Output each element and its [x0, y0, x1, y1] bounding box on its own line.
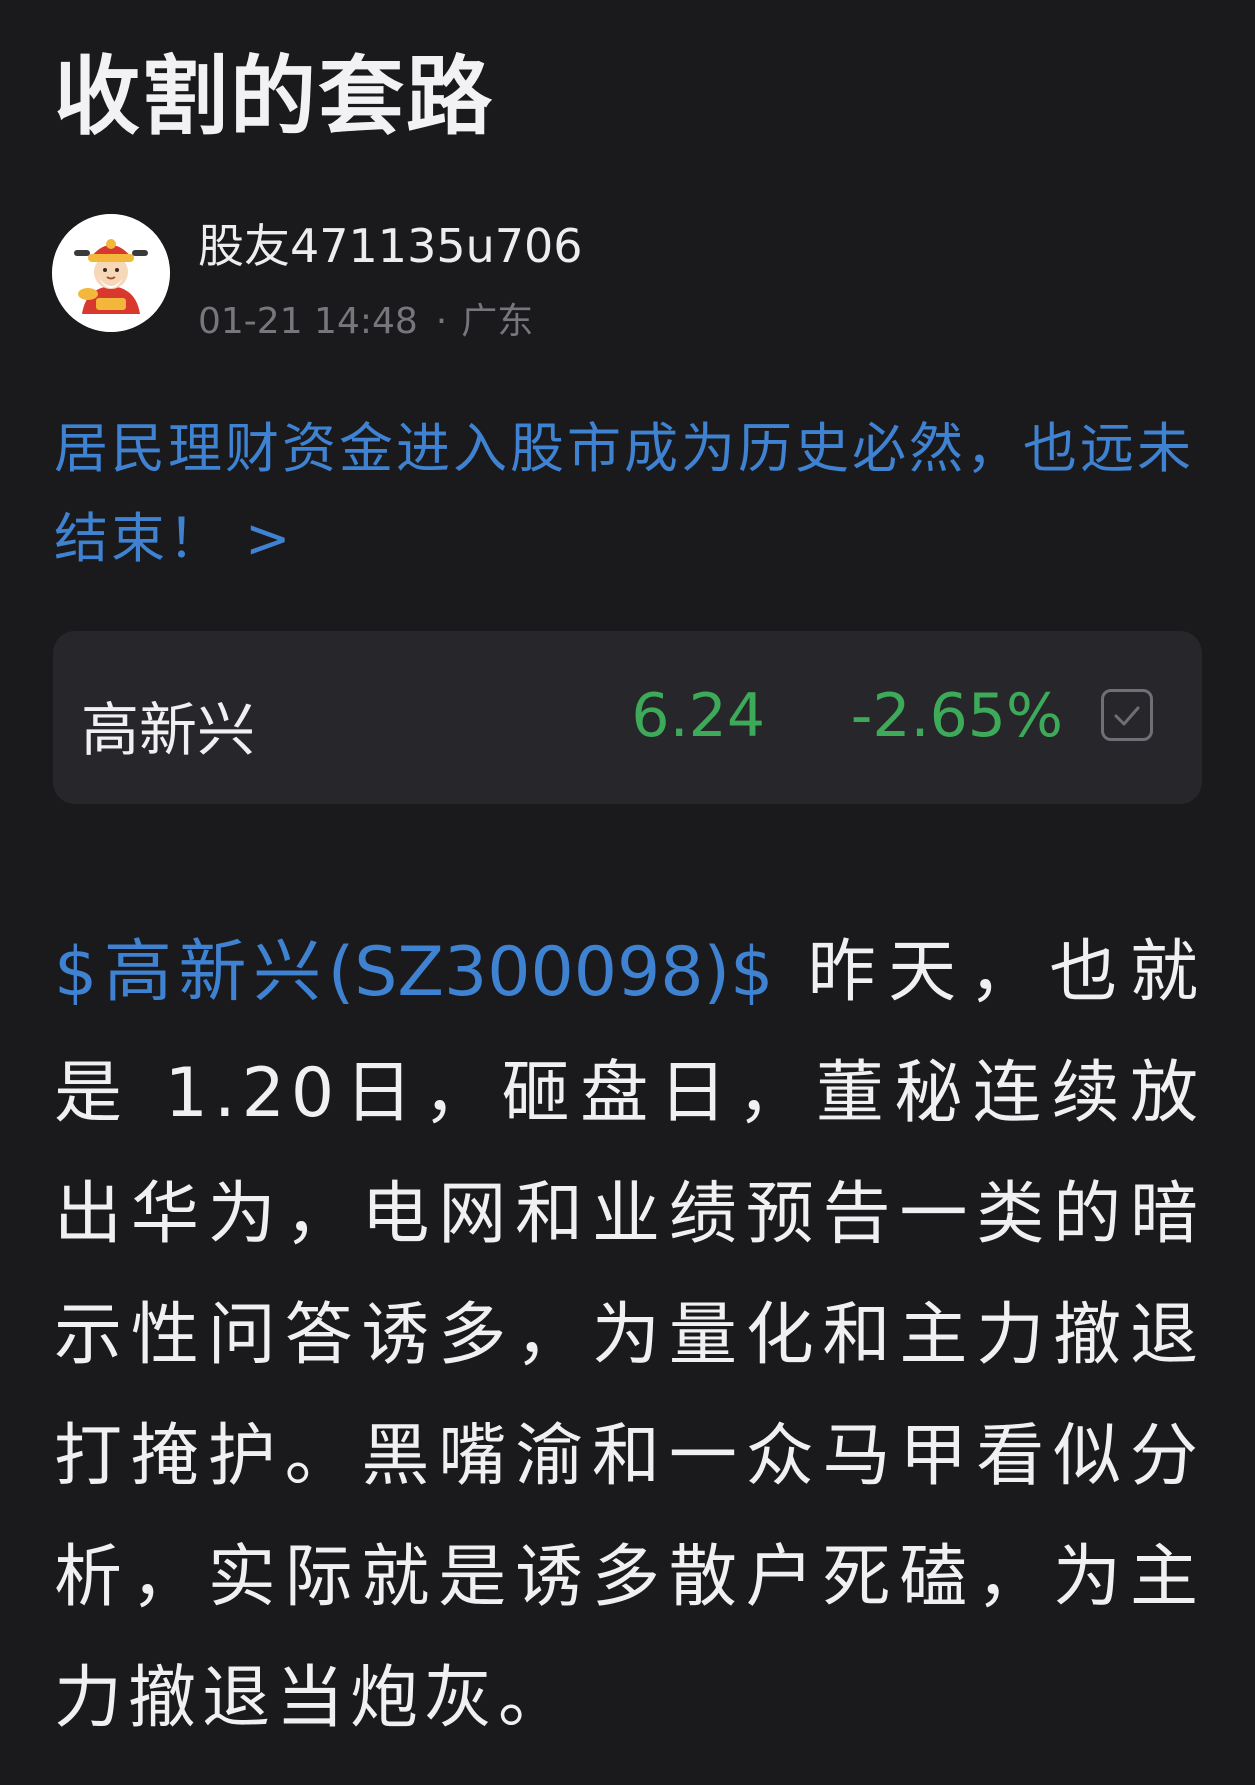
post-body-text: 昨天，也就是 1.20日，砸盘日，董秘连续放出华为，电网和业绩预告一类的暗示性问…	[54, 933, 1204, 1738]
post-location: 广东	[461, 301, 534, 342]
post-body: $高新兴(SZ300098)$ 昨天，也就是 1.20日，砸盘日，董秘连续放出华…	[54, 912, 1204, 1759]
author-name[interactable]: 股友471135u706	[198, 210, 583, 276]
stock-tag-link[interactable]: $高新兴(SZ300098)$	[54, 933, 773, 1012]
stock-price: 6.24	[631, 681, 765, 751]
stock-change: -2.65%	[850, 681, 1063, 751]
stock-card[interactable]: 高新兴 6.24 -2.65%	[53, 631, 1202, 804]
topic-link[interactable]: 居民理财资金进入股市成为历史必然，也远未结束！ >	[54, 404, 1204, 584]
checkbox-check-icon[interactable]	[1101, 689, 1153, 741]
author-block: 股友471135u706 01-21 14:48 · 广东	[52, 214, 752, 342]
post-page: 收割的套路 股友471135u706 01-21 14:48 · 广东 居民理财…	[0, 0, 1255, 1785]
post-title: 收割的套路	[54, 47, 494, 147]
stock-name: 高新兴	[81, 696, 256, 764]
fortune-god-avatar-icon[interactable]	[52, 214, 170, 332]
meta-separator: ·	[435, 301, 448, 342]
post-timestamp: 01-21 14:48	[198, 301, 418, 342]
post-meta: 01-21 14:48 · 广东	[198, 292, 533, 344]
